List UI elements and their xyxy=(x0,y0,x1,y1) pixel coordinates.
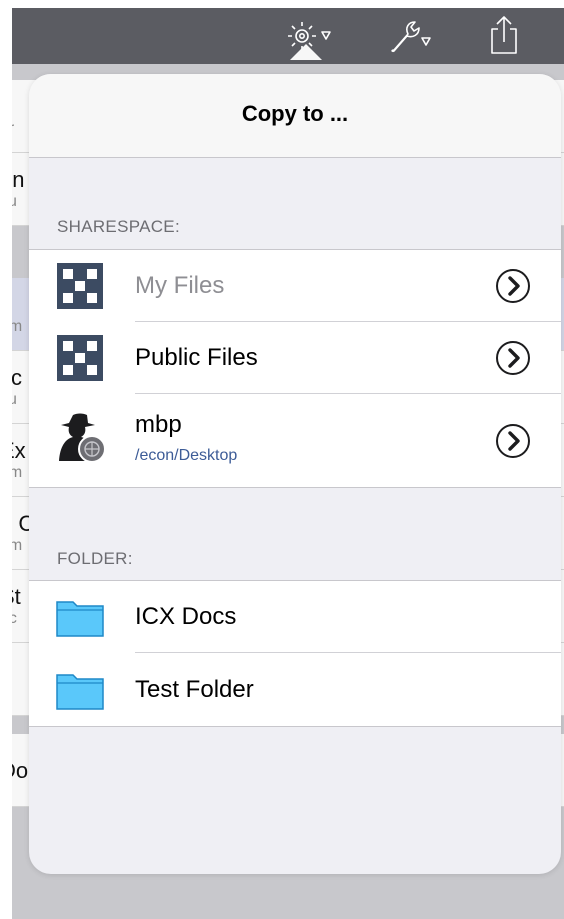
row-separator xyxy=(135,393,561,394)
list-item-subtitle: cu xyxy=(12,193,17,210)
share-icon xyxy=(491,16,517,54)
sharespace-item-my-files[interactable]: My Files xyxy=(29,250,561,322)
copy-to-popover: Copy to ... SHARESPACE: My Files Public … xyxy=(29,74,561,874)
popover-title: Copy to ... xyxy=(241,101,349,126)
sharespace-icon xyxy=(57,335,103,381)
list-item-subtitle: um xyxy=(12,318,23,335)
list-item-title: St xyxy=(12,584,21,609)
sharespace-item-label: Public Files xyxy=(135,344,258,371)
wrench-icon xyxy=(391,21,431,53)
list-item-subtitle: um xyxy=(12,537,23,554)
folder-icon xyxy=(56,674,104,710)
wrench-dropdown-button[interactable] xyxy=(386,16,436,56)
folder-item-test-folder[interactable]: Test Folder xyxy=(29,654,561,726)
chevron-right-icon[interactable] xyxy=(495,268,531,304)
popover-header: Copy to ... xyxy=(29,74,561,158)
sharespace-section-header: SHARESPACE: xyxy=(57,217,180,236)
list-item-subtitle: ur xyxy=(12,120,14,138)
chevron-right-icon[interactable] xyxy=(495,423,531,459)
list-item-title: on xyxy=(12,167,25,192)
popover-arrow xyxy=(290,44,322,60)
list-item-title: xc xyxy=(12,365,22,390)
share-button[interactable] xyxy=(484,16,524,56)
user-computer-icon xyxy=(59,413,106,463)
sharespace-list: My Files Public Files mbp /econ/Desktop xyxy=(29,249,561,488)
sharespace-icon xyxy=(57,263,103,309)
list-item-subtitle: um xyxy=(12,464,23,481)
sharespace-item-mbp[interactable]: mbp /econ/Desktop xyxy=(29,395,561,487)
folder-item-label: ICX Docs xyxy=(135,603,237,630)
row-separator xyxy=(135,652,561,653)
sharespace-item-label: mbp xyxy=(135,411,182,438)
folder-item-icx-docs[interactable]: ICX Docs xyxy=(29,581,561,653)
folder-icon xyxy=(56,601,104,637)
sharespace-item-path: /econ/Desktop xyxy=(135,447,238,464)
sharespace-item-public-files[interactable]: Public Files xyxy=(29,322,561,394)
list-item-subtitle: cu xyxy=(12,391,17,408)
folder-item-label: Test Folder xyxy=(135,676,254,703)
list-item-title: Do xyxy=(12,758,29,783)
list-item-subtitle: oc xyxy=(12,610,17,627)
folder-list: ICX Docs Test Folder xyxy=(29,580,561,727)
toolbar xyxy=(12,8,564,64)
sharespace-item-label: My Files xyxy=(135,272,225,299)
list-item-title: Ex xyxy=(12,438,26,463)
folder-section-header: FOLDER: xyxy=(57,549,133,568)
chevron-right-icon[interactable] xyxy=(495,340,531,376)
